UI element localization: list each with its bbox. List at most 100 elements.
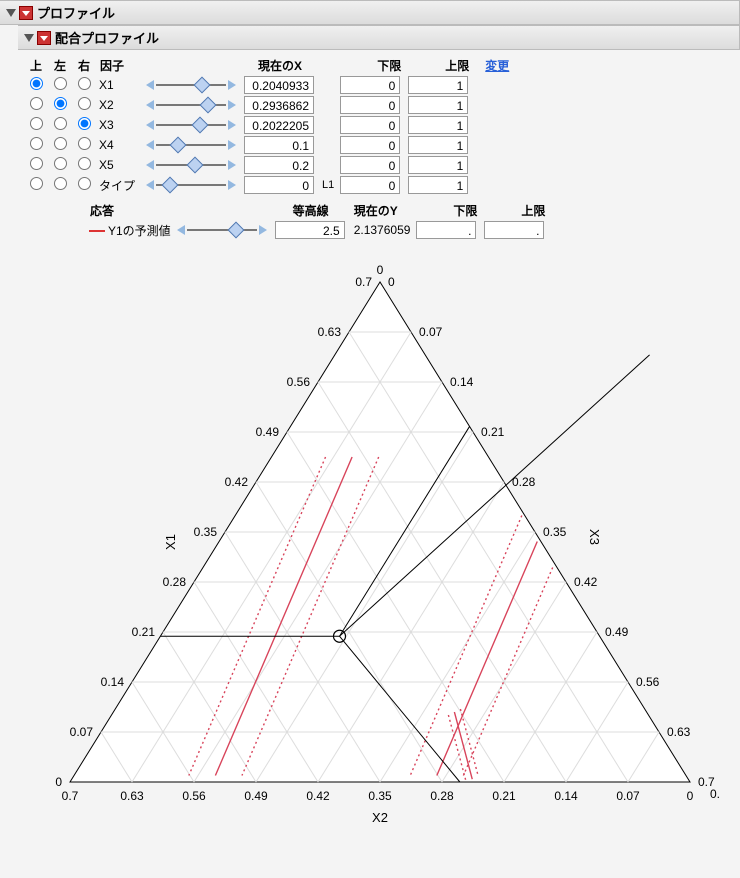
- radio-left[interactable]: [54, 137, 67, 150]
- ternary-plot-svg[interactable]: 00.070.140.210.280.350.420.490.560.630.7…: [40, 252, 720, 832]
- factor-slider[interactable]: [146, 98, 236, 112]
- col-factor: 因子: [96, 56, 143, 75]
- factor-name: X2: [96, 95, 143, 115]
- radio-right[interactable]: [78, 157, 91, 170]
- lower-input[interactable]: 0: [340, 176, 400, 194]
- col-right: 右: [72, 56, 96, 75]
- upper-input[interactable]: 1: [408, 176, 468, 194]
- svg-text:X1: X1: [163, 534, 178, 550]
- factor-name: X3: [96, 115, 143, 135]
- red-menu-icon[interactable]: [19, 6, 33, 20]
- upper-input[interactable]: 1: [408, 116, 468, 134]
- svg-text:0.28: 0.28: [163, 575, 187, 589]
- svg-text:0.7: 0.7: [710, 787, 720, 801]
- factor-name: X4: [96, 135, 143, 155]
- col-contour: 等高線: [272, 201, 350, 220]
- radio-left[interactable]: [54, 117, 67, 130]
- factor-slider[interactable]: [146, 138, 236, 152]
- radio-right[interactable]: [78, 77, 91, 90]
- currentX-input[interactable]: 0.2022205: [244, 116, 314, 134]
- factor-row: X3 0.2022205 01: [24, 115, 513, 135]
- lower-input[interactable]: 0: [340, 156, 400, 174]
- radio-right[interactable]: [78, 117, 91, 130]
- radio-right[interactable]: [78, 137, 91, 150]
- svg-text:X3: X3: [587, 529, 602, 545]
- svg-text:0: 0: [377, 263, 384, 277]
- factor-slider[interactable]: [146, 158, 236, 172]
- svg-text:0.21: 0.21: [481, 425, 505, 439]
- response-slider[interactable]: [177, 223, 267, 237]
- upper-input[interactable]: 1: [408, 76, 468, 94]
- radio-left[interactable]: [54, 77, 67, 90]
- svg-text:0.07: 0.07: [70, 725, 94, 739]
- factor-row: X10.204093301: [24, 75, 513, 95]
- col-upper: 上限: [405, 56, 473, 75]
- svg-text:0.35: 0.35: [194, 525, 218, 539]
- col-currentY: 現在のY: [350, 201, 414, 220]
- svg-text:X2: X2: [372, 810, 388, 825]
- svg-text:0.7: 0.7: [355, 275, 372, 289]
- lower-input[interactable]: 0: [340, 76, 400, 94]
- col-currentX: 現在のX: [241, 56, 319, 75]
- currentX-input[interactable]: 0.2936862: [244, 96, 314, 114]
- lower-input[interactable]: 0: [340, 116, 400, 134]
- factor-slider[interactable]: [146, 118, 236, 132]
- svg-text:0.07: 0.07: [419, 325, 443, 339]
- factor-name: タイプ: [96, 175, 143, 195]
- radio-up[interactable]: [30, 157, 43, 170]
- svg-text:0.49: 0.49: [256, 425, 280, 439]
- svg-text:0.14: 0.14: [101, 675, 125, 689]
- panel-header-profile[interactable]: プロファイル: [0, 0, 740, 25]
- change-link[interactable]: 変更: [485, 59, 509, 73]
- col-lower: 下限: [337, 56, 405, 75]
- svg-text:0.56: 0.56: [182, 789, 206, 803]
- red-menu-icon[interactable]: [37, 31, 51, 45]
- radio-right[interactable]: [78, 97, 91, 110]
- col-response: 応答: [86, 201, 174, 220]
- response-upper-input[interactable]: .: [484, 221, 544, 239]
- upper-input[interactable]: 1: [408, 96, 468, 114]
- svg-text:0.49: 0.49: [605, 625, 629, 639]
- radio-up[interactable]: [30, 77, 43, 90]
- panel-header-mixture-profile[interactable]: 配合プロファイル: [18, 25, 740, 50]
- svg-text:0.28: 0.28: [430, 789, 454, 803]
- lower-input[interactable]: 0: [340, 96, 400, 114]
- svg-text:0.07: 0.07: [616, 789, 640, 803]
- response-lower-input[interactable]: .: [416, 221, 476, 239]
- currentX-input[interactable]: 0.2: [244, 156, 314, 174]
- currentX-input[interactable]: 0.1: [244, 136, 314, 154]
- svg-text:0.49: 0.49: [244, 789, 268, 803]
- contour-input[interactable]: 2.5: [275, 221, 345, 239]
- currentX-input[interactable]: 0: [244, 176, 314, 194]
- response-name: Y1の予測値: [108, 224, 171, 238]
- factor-row: X50.201: [24, 155, 513, 175]
- currentX-input[interactable]: 0.2040933: [244, 76, 314, 94]
- col-lower-y: 下限: [413, 201, 481, 220]
- radio-up[interactable]: [30, 117, 43, 130]
- svg-text:0.14: 0.14: [450, 375, 474, 389]
- factor-row: X2 0.2936862 01: [24, 95, 513, 115]
- svg-text:0: 0: [388, 275, 395, 289]
- upper-input[interactable]: 1: [408, 156, 468, 174]
- disclosure-triangle-icon[interactable]: [24, 34, 34, 42]
- upper-input[interactable]: 1: [408, 136, 468, 154]
- radio-up[interactable]: [30, 137, 43, 150]
- radio-left[interactable]: [54, 177, 67, 190]
- disclosure-triangle-icon[interactable]: [6, 9, 16, 17]
- col-up: 上: [24, 56, 48, 75]
- svg-text:0: 0: [687, 789, 694, 803]
- factor-slider[interactable]: [146, 178, 236, 192]
- radio-right[interactable]: [78, 177, 91, 190]
- col-upper-y: 上限: [481, 201, 549, 220]
- response-color-swatch: [89, 230, 105, 232]
- col-left: 左: [48, 56, 72, 75]
- factor-row: タイプ0L101: [24, 175, 513, 195]
- radio-left[interactable]: [54, 97, 67, 110]
- ternary-plot[interactable]: 00.070.140.210.280.350.420.490.560.630.7…: [40, 252, 740, 835]
- radio-left[interactable]: [54, 157, 67, 170]
- radio-up[interactable]: [30, 177, 43, 190]
- lower-input[interactable]: 0: [340, 136, 400, 154]
- svg-text:0.63: 0.63: [667, 725, 691, 739]
- factor-slider[interactable]: [146, 78, 236, 92]
- radio-up[interactable]: [30, 97, 43, 110]
